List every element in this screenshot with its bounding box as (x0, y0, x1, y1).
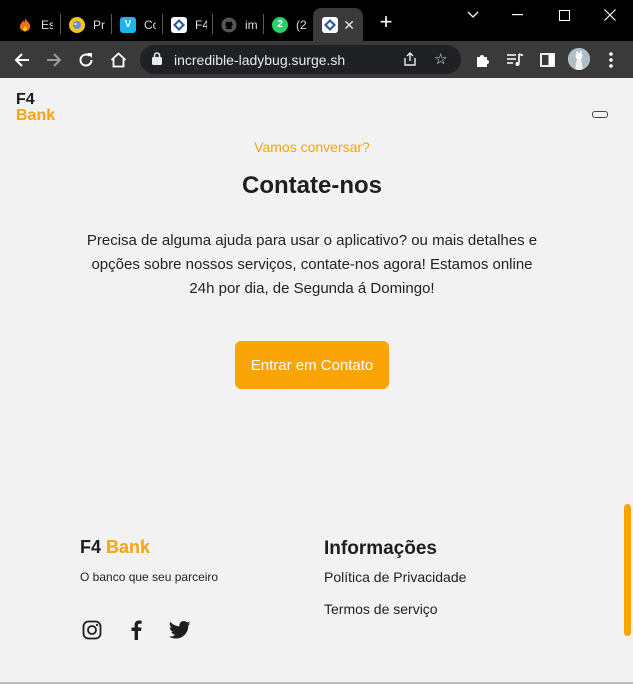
privacy-policy-link[interactable]: Política de Privacidade (324, 569, 466, 585)
browser-tab[interactable]: im (212, 8, 257, 41)
bookmark-star-icon[interactable]: ☆ (434, 50, 447, 68)
minimize-button[interactable] (494, 0, 540, 30)
tab-title: im (245, 17, 257, 32)
instagram-icon[interactable] (80, 618, 104, 642)
contact-button[interactable]: Entrar em Contato (235, 341, 389, 389)
side-panel-icon (539, 53, 555, 67)
f4-bank-icon (171, 16, 187, 33)
page-content: F4 Bank Vamos conversar? Contate-nos Pre… (0, 78, 633, 684)
tab-title: Pr (93, 17, 105, 32)
maximize-icon (558, 9, 570, 21)
browser-menu-button[interactable] (599, 48, 623, 72)
browser-tab[interactable]: F4 (162, 8, 207, 41)
home-button[interactable] (106, 48, 130, 72)
browser-tab-active[interactable]: ✕ (313, 8, 363, 41)
arrow-left-icon (14, 53, 29, 67)
url-text: incredible-ladybug.surge.sh (174, 52, 346, 68)
lock-icon (152, 52, 162, 70)
reload-button[interactable] (74, 48, 98, 72)
github-icon (221, 17, 237, 33)
browser-tab-strip: Es Pr V Co F4 im 2 (2 ✕ + (0, 0, 633, 41)
footer-tagline: O banco que seu parceiro (80, 570, 219, 584)
vimeo-icon: V (120, 16, 136, 33)
close-icon (604, 9, 616, 21)
f4-bank-icon (322, 16, 338, 33)
logo-bank: Bank (16, 107, 56, 124)
music-queue-icon (506, 53, 523, 66)
menu-toggle-button[interactable] (592, 111, 608, 118)
more-vertical-icon (609, 52, 613, 68)
tab-search-button[interactable] (450, 0, 496, 30)
new-tab-button[interactable]: + (376, 10, 396, 34)
home-icon (110, 52, 126, 68)
whatsapp-icon: 2 (272, 16, 288, 33)
browser-tab[interactable]: 2 (2 (263, 8, 308, 41)
section-eyebrow: Vamos conversar? (254, 139, 370, 155)
footer-info-title: Informações (324, 538, 437, 559)
profile-avatar[interactable] (568, 48, 590, 70)
footer-logo-f4: F4 (80, 537, 102, 557)
logo-f4: F4 (16, 91, 35, 108)
twitter-icon[interactable] (168, 618, 192, 642)
facebook-icon[interactable] (124, 618, 148, 642)
section-title: Contate-nos (242, 172, 382, 199)
browser-tab[interactable]: Pr (60, 8, 105, 41)
side-panel-button[interactable] (535, 48, 559, 72)
minimize-icon (511, 14, 523, 16)
media-control-button[interactable] (503, 48, 527, 72)
close-tab-icon[interactable]: ✕ (343, 17, 355, 34)
chevron-down-icon (467, 11, 479, 18)
tab-title: Es (41, 17, 53, 32)
footer-logo-bank: Bank (106, 537, 151, 557)
terms-of-service-link[interactable]: Termos de serviço (324, 601, 438, 617)
share-icon[interactable] (402, 51, 418, 72)
footer-logo[interactable]: F4 Bank (80, 537, 150, 558)
contact-description: Precisa de alguma ajuda para usar o apli… (86, 232, 538, 297)
arrow-right-icon (47, 53, 62, 67)
dog-icon (69, 16, 85, 33)
extensions-button[interactable] (471, 48, 495, 72)
maximize-button[interactable] (541, 0, 587, 30)
back-button[interactable] (10, 48, 34, 72)
puzzle-icon (477, 55, 489, 67)
tab-title: (2 (296, 17, 307, 32)
browser-tab[interactable]: V Co (111, 8, 156, 41)
browser-tab[interactable]: Es (8, 8, 53, 41)
forward-button[interactable] (42, 48, 66, 72)
browser-toolbar: incredible-ladybug.surge.sh ☆ (0, 41, 633, 78)
tab-title: Co (144, 17, 156, 32)
address-bar[interactable]: incredible-ladybug.surge.sh ☆ (140, 45, 461, 74)
reload-icon (79, 53, 93, 67)
page-scrollbar[interactable] (624, 504, 631, 636)
site-logo[interactable]: F4 Bank (16, 92, 55, 124)
close-window-button[interactable] (587, 0, 633, 30)
tab-title: F4 (195, 17, 207, 32)
flame-icon (17, 17, 33, 33)
